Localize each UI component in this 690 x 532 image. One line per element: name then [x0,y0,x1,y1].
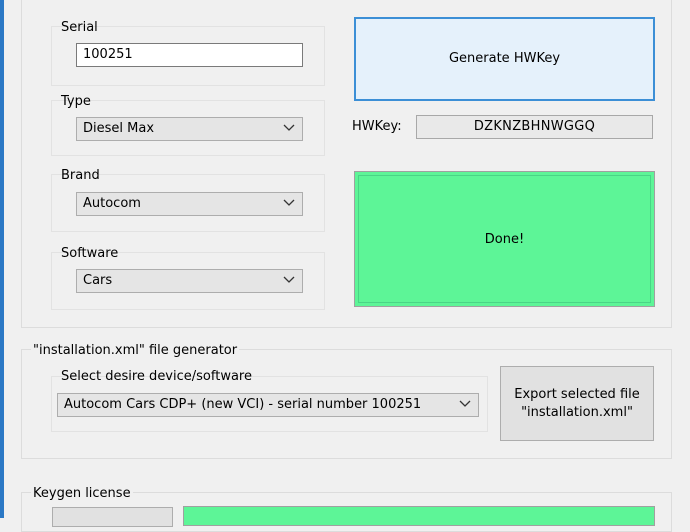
type-label: Type [61,94,91,109]
serial-input[interactable]: 100251 [76,43,303,67]
brand-select[interactable]: Autocom [76,192,303,216]
chevron-down-icon [459,400,471,407]
brand-select-value: Autocom [83,196,141,211]
status-panel-inner: Done! [358,175,651,303]
type-select[interactable]: Diesel Max [76,117,303,141]
window-edge [0,0,4,518]
software-label: Software [61,246,119,261]
keygen-status-panel [183,506,655,526]
export-button-line1: Export selected file [514,386,640,402]
installation-group-title: "installation.xml" file generator [31,343,240,358]
generate-hwkey-label: Generate HWKey [448,51,561,66]
device-software-select-value: Autocom Cars CDP+ (new VCI) - serial num… [64,397,422,412]
type-select-value: Diesel Max [83,121,155,136]
keygen-group-title: Keygen license [31,486,133,501]
export-button-line2: "installation.xml" [521,404,633,420]
software-select-value: Cars [83,273,113,288]
chevron-down-icon [283,124,295,131]
serial-label: Serial [61,20,98,35]
hwkey-output: DZKNZBHNWGGQ [416,115,653,139]
device-select-label: Select desire device/software [61,369,252,384]
keygen-button[interactable] [52,507,173,527]
hwkey-label: HWKey: [352,119,402,134]
device-software-select[interactable]: Autocom Cars CDP+ (new VCI) - serial num… [57,393,479,417]
status-panel: Done! [354,171,655,307]
status-text: Done! [484,231,525,247]
export-installation-button[interactable]: Export selected file "installation.xml" [500,366,654,441]
chevron-down-icon [283,199,295,206]
software-select[interactable]: Cars [76,269,303,293]
brand-label: Brand [61,168,100,183]
chevron-down-icon [283,276,295,283]
generate-hwkey-button[interactable]: Generate HWKey [354,17,655,101]
